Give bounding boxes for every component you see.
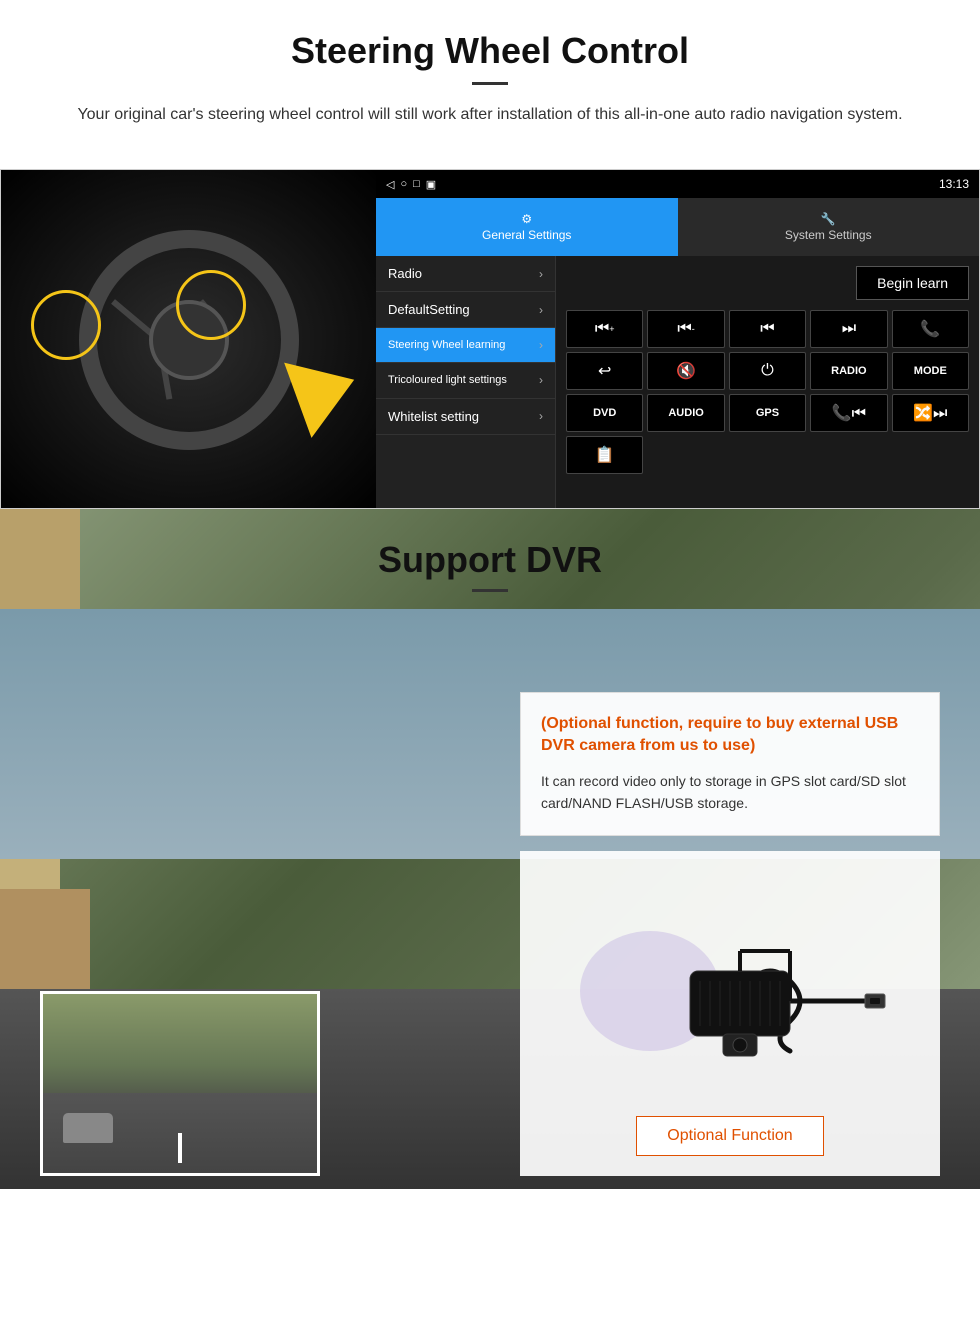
demo-container: ◁ ○ □ ▣ 13:13 ⚙ General Settings 🔧 Syste… bbox=[0, 169, 980, 509]
android-statusbar: ◁ ○ □ ▣ 13:13 bbox=[376, 170, 979, 198]
tab-system-label: System Settings bbox=[785, 228, 872, 242]
dvr-content-area: (Optional function, require to buy exter… bbox=[0, 612, 980, 1196]
home-icon: ○ bbox=[400, 178, 407, 191]
dvr-camera-illustration bbox=[570, 891, 890, 1081]
tab-general-settings[interactable]: ⚙ General Settings bbox=[376, 198, 678, 256]
chevron-icon: › bbox=[539, 267, 543, 281]
tab-general-label: General Settings bbox=[482, 228, 571, 242]
steering-wheel-bg bbox=[1, 170, 376, 509]
menu-content: Begin learn ⏮+ ⏮- ⏮ ⏭ 📞 ↩ 🔇 ⏻ RADIO MODE bbox=[556, 256, 979, 508]
ctrl-extra[interactable]: 📋 bbox=[566, 436, 643, 474]
back-icon: ◁ bbox=[386, 178, 394, 191]
android-panel: ◁ ○ □ ▣ 13:13 ⚙ General Settings 🔧 Syste… bbox=[376, 170, 979, 508]
menu-item-whitelist[interactable]: Whitelist setting › bbox=[376, 399, 555, 435]
dvr-left-panel bbox=[40, 632, 500, 1176]
optional-function-button[interactable]: Optional Function bbox=[636, 1116, 823, 1156]
dvr-header: Support DVR bbox=[0, 509, 980, 612]
thumb-car bbox=[63, 1113, 113, 1143]
menu-default-label: DefaultSetting bbox=[388, 302, 470, 317]
control-grid-row4: 📋 bbox=[566, 436, 969, 474]
control-grid-row1: ⏮+ ⏮- ⏮ ⏭ 📞 bbox=[566, 310, 969, 348]
highlight-circle-right bbox=[176, 270, 246, 340]
dvr-thumbnail bbox=[40, 991, 320, 1176]
android-menu: Radio › DefaultSetting › Steering Wheel … bbox=[376, 256, 979, 508]
menu-radio-label: Radio bbox=[388, 266, 422, 281]
gear-icon: ⚙ bbox=[521, 212, 532, 226]
ctrl-back[interactable]: ↩ bbox=[566, 352, 643, 390]
chevron-icon: › bbox=[539, 338, 543, 352]
ctrl-radio[interactable]: RADIO bbox=[810, 352, 887, 390]
menu-steering-label: Steering Wheel learning bbox=[388, 338, 505, 352]
dvr-info-title: (Optional function, require to buy exter… bbox=[541, 713, 919, 758]
begin-learn-button[interactable]: Begin learn bbox=[856, 266, 969, 300]
ctrl-power[interactable]: ⏻ bbox=[729, 352, 806, 390]
ctrl-shuffle-next[interactable]: 🔀⏭ bbox=[892, 394, 969, 432]
ctrl-prev[interactable]: ⏮ bbox=[729, 310, 806, 348]
highlight-circle-left bbox=[31, 290, 101, 360]
statusbar-nav-icons: ◁ ○ □ ▣ bbox=[386, 178, 436, 191]
ctrl-dvd[interactable]: DVD bbox=[566, 394, 643, 432]
ctrl-mode[interactable]: MODE bbox=[892, 352, 969, 390]
recent-icon: □ bbox=[413, 178, 420, 191]
chevron-icon: › bbox=[539, 303, 543, 317]
menu-item-radio[interactable]: Radio › bbox=[376, 256, 555, 292]
dvr-info-card: (Optional function, require to buy exter… bbox=[520, 692, 940, 836]
steering-divider bbox=[472, 82, 508, 85]
control-grid-row2: ↩ 🔇 ⏻ RADIO MODE bbox=[566, 352, 969, 390]
ctrl-vol-down[interactable]: ⏮- bbox=[647, 310, 724, 348]
control-grid-row3: DVD AUDIO GPS 📞⏮ 🔀⏭ bbox=[566, 394, 969, 432]
menu-whitelist-label: Whitelist setting bbox=[388, 409, 479, 424]
dvr-divider bbox=[472, 589, 508, 592]
ctrl-mute[interactable]: 🔇 bbox=[647, 352, 724, 390]
begin-learn-row: Begin learn bbox=[566, 266, 969, 300]
ctrl-call[interactable]: 📞 bbox=[892, 310, 969, 348]
chevron-icon: › bbox=[539, 373, 543, 387]
system-icon: 🔧 bbox=[821, 212, 836, 226]
menu-tricoloured-label: Tricoloured light settings bbox=[388, 373, 507, 387]
steering-photo bbox=[1, 170, 376, 509]
menu-item-tricoloured[interactable]: Tricoloured light settings › bbox=[376, 363, 555, 398]
menu-item-default[interactable]: DefaultSetting › bbox=[376, 292, 555, 328]
dvr-camera-area: Optional Function bbox=[520, 851, 940, 1176]
ctrl-next[interactable]: ⏭ bbox=[810, 310, 887, 348]
chevron-icon: › bbox=[539, 409, 543, 423]
dvr-section: Support DVR (Optional function, require … bbox=[0, 509, 980, 1196]
ctrl-call-prev[interactable]: 📞⏮ bbox=[810, 394, 887, 432]
ctrl-audio[interactable]: AUDIO bbox=[647, 394, 724, 432]
ctrl-gps[interactable]: GPS bbox=[729, 394, 806, 432]
steering-section: Steering Wheel Control Your original car… bbox=[0, 0, 980, 169]
dvr-thumb-scene bbox=[43, 994, 317, 1173]
ctrl-vol-up[interactable]: ⏮+ bbox=[566, 310, 643, 348]
menu-list: Radio › DefaultSetting › Steering Wheel … bbox=[376, 256, 556, 508]
tab-system-settings[interactable]: 🔧 System Settings bbox=[678, 198, 980, 256]
dvr-right-panel: (Optional function, require to buy exter… bbox=[520, 692, 940, 1176]
menu-item-steering[interactable]: Steering Wheel learning › bbox=[376, 328, 555, 363]
statusbar-time: 13:13 bbox=[939, 177, 969, 191]
android-tabs: ⚙ General Settings 🔧 System Settings bbox=[376, 198, 979, 256]
thumb-road-line bbox=[178, 1133, 182, 1163]
dvr-info-body: It can record video only to storage in G… bbox=[541, 770, 919, 815]
screenshot-icon: ▣ bbox=[426, 178, 436, 191]
dvr-title: Support DVR bbox=[0, 539, 980, 581]
steering-title: Steering Wheel Control bbox=[40, 30, 940, 72]
steering-subtitle: Your original car's steering wheel contr… bbox=[60, 103, 920, 127]
